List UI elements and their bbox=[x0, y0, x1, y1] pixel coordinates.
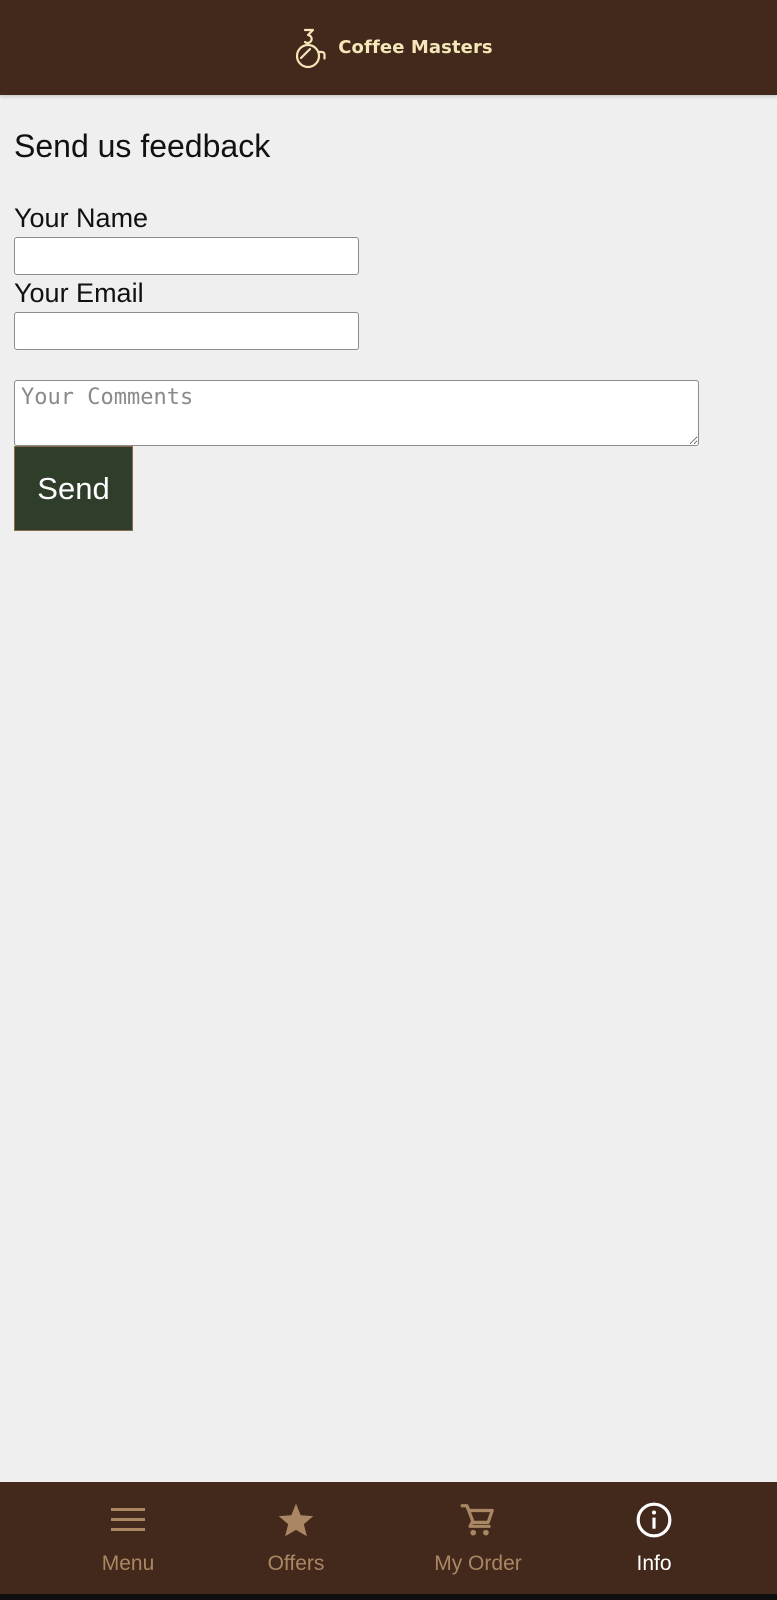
bottom-nav: Menu Offers My Order Info bbox=[0, 1482, 777, 1594]
nav-item-my-order[interactable]: My Order bbox=[418, 1482, 538, 1594]
send-button[interactable]: Send bbox=[14, 446, 133, 531]
email-input[interactable] bbox=[14, 312, 359, 350]
cart-icon bbox=[458, 1500, 498, 1540]
nav-item-offers[interactable]: Offers bbox=[236, 1482, 356, 1594]
comments-textarea[interactable] bbox=[14, 380, 699, 446]
menu-icon bbox=[108, 1500, 148, 1540]
app-header: Coffee Masters bbox=[0, 0, 777, 95]
feedback-form: Send us feedback Your Name Your Email Se… bbox=[14, 126, 754, 531]
name-label: Your Name bbox=[14, 203, 149, 233]
name-input[interactable] bbox=[14, 237, 359, 275]
info-icon bbox=[634, 1500, 674, 1540]
nav-label-offers: Offers bbox=[267, 1552, 325, 1575]
nav-label-my-order: My Order bbox=[434, 1552, 522, 1575]
nav-item-menu[interactable]: Menu bbox=[68, 1482, 188, 1594]
email-label: Your Email bbox=[14, 278, 144, 308]
page-title: Send us feedback bbox=[14, 128, 271, 164]
star-icon bbox=[276, 1500, 316, 1540]
brand[interactable]: Coffee Masters bbox=[292, 27, 493, 69]
nav-item-info[interactable]: Info bbox=[594, 1482, 714, 1594]
nav-label-menu: Menu bbox=[101, 1552, 155, 1575]
brand-name: Coffee Masters bbox=[338, 37, 493, 58]
nav-label-info: Info bbox=[636, 1552, 672, 1575]
coffee-cup-logo-icon bbox=[296, 28, 326, 68]
system-bar-edge bbox=[0, 1594, 777, 1600]
